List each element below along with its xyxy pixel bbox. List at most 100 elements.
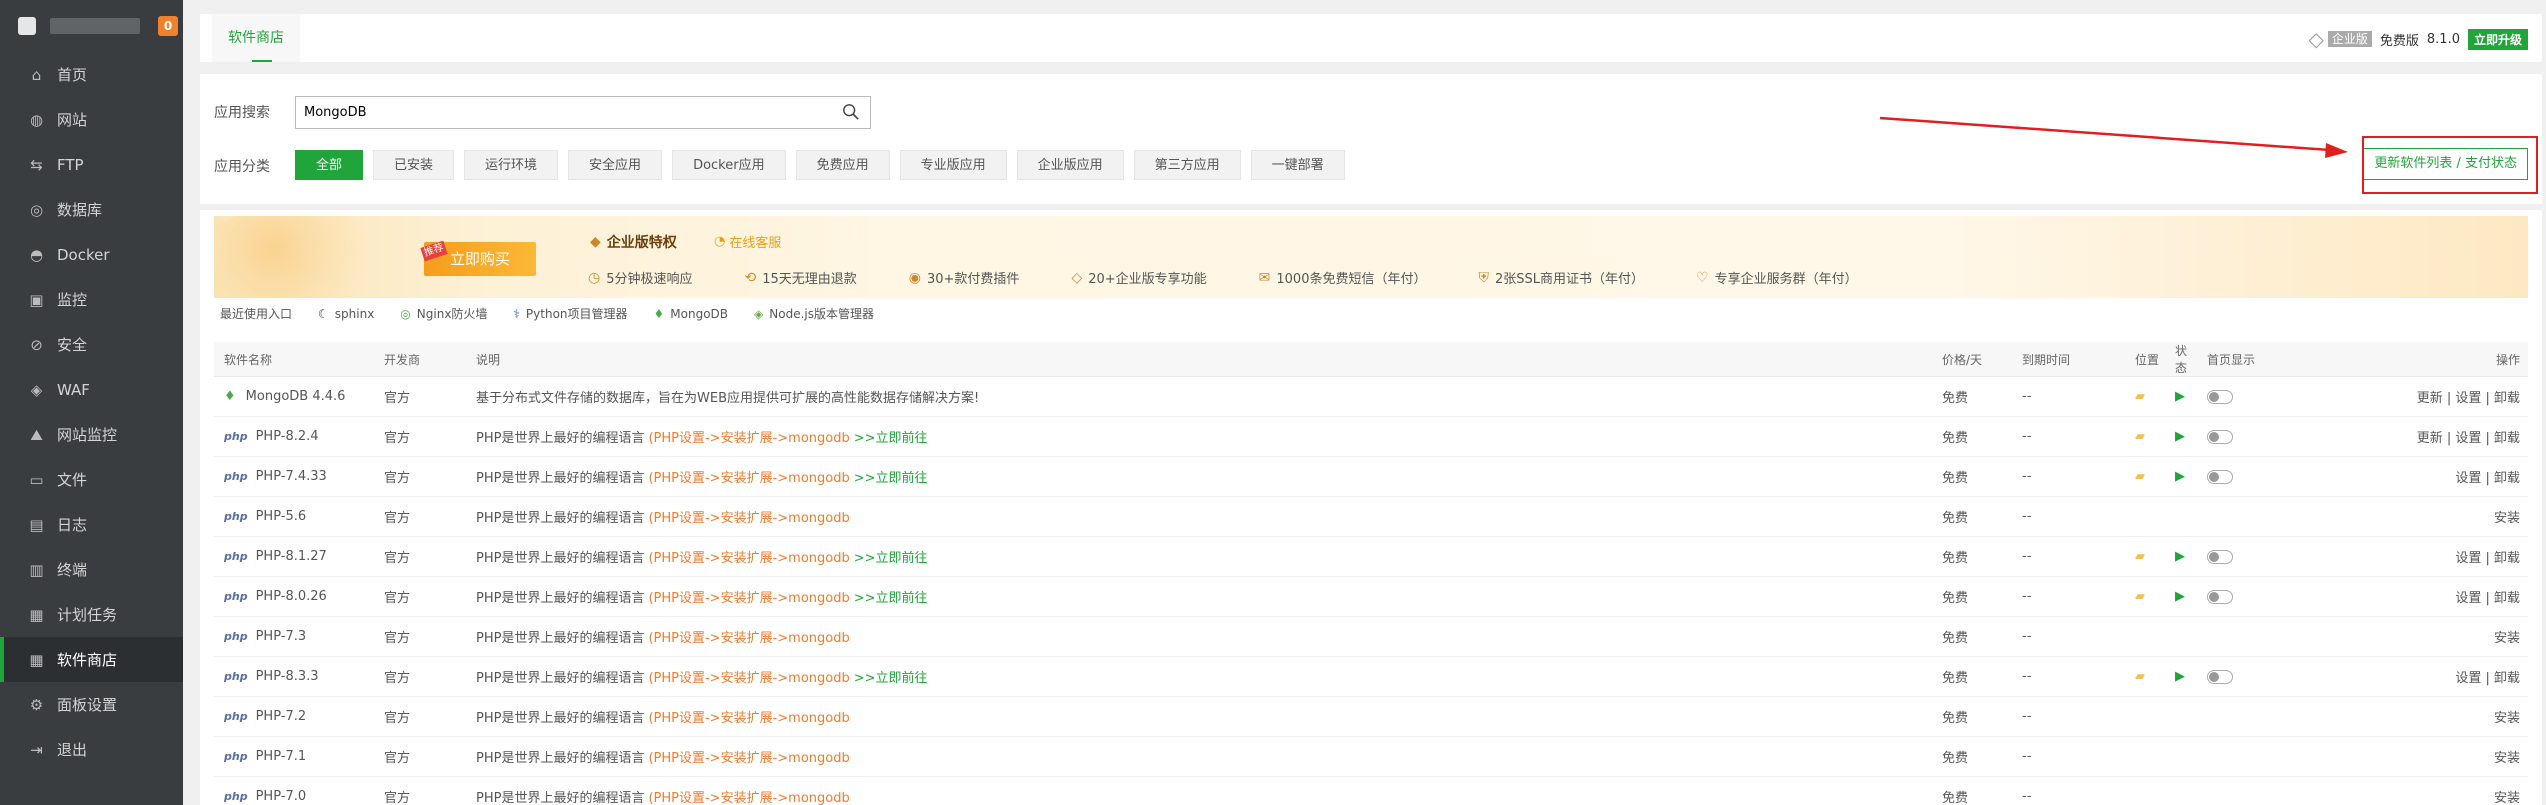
sidebar-item-home[interactable]: ⌂ 首页	[0, 52, 183, 97]
software-name: PHP-8.3.3	[255, 669, 319, 684]
go-now-link[interactable]: >>立即前往	[854, 591, 928, 606]
category-tab[interactable]: 专业版应用	[899, 150, 1007, 180]
category-tab[interactable]: Docker应用	[672, 150, 786, 180]
sidebar-item-database[interactable]: ◎ 数据库	[0, 187, 183, 232]
play-icon: ▶	[2175, 389, 2185, 404]
category-tab[interactable]: 一键部署	[1250, 150, 1345, 180]
folder-icon[interactable]: ▰	[2135, 549, 2145, 564]
homepage-toggle[interactable]	[2207, 669, 2233, 684]
monitor-icon: ▣	[29, 290, 44, 309]
table-row: php PHP-8.1.27 官方 PHP是世界上最好的编程语言 (PHP设置->安装扩…	[214, 536, 2528, 577]
operations-cell[interactable]: 安装	[2285, 496, 2528, 537]
category-tab[interactable]: 安全应用	[568, 150, 663, 180]
go-now-link[interactable]: >>立即前往	[854, 551, 928, 566]
operations-cell[interactable]: 安装	[2285, 776, 2528, 805]
sidebar-item-label: 计划任务	[57, 606, 118, 624]
homepage-display-cell	[2197, 696, 2285, 737]
software-name-cell: php PHP-8.3.3	[214, 656, 374, 697]
developer-cell: 官方	[374, 696, 466, 737]
category-tab[interactable]: 企业版应用	[1016, 150, 1124, 180]
search-input[interactable]	[296, 97, 826, 128]
homepage-display-cell	[2197, 656, 2285, 697]
sidebar-item-shield[interactable]: ⊘ 安全	[0, 322, 183, 367]
buy-now-button[interactable]: 推荐 立即购买	[420, 240, 536, 276]
recent-entry[interactable]: ◈ Node.js版本管理器	[754, 305, 874, 322]
online-service-link[interactable]: ◔ 在线客服	[714, 232, 781, 251]
update-software-list-button[interactable]: 更新软件列表 / 支付状态	[2363, 148, 2528, 180]
operations-cell[interactable]: 更新 | 设置 | 卸载	[2285, 376, 2528, 417]
software-name: PHP-8.1.27	[255, 549, 327, 564]
sidebar-item-monitor[interactable]: ▣ 监控	[0, 277, 183, 322]
sidebar-item-folder[interactable]: ▭ 文件	[0, 457, 183, 502]
recommend-tag: 推荐	[420, 240, 448, 262]
price-cell: 免费	[1932, 776, 2012, 805]
sidebar-item-docker[interactable]: ◓ Docker	[0, 232, 183, 277]
sidebar-item-chart[interactable]: ⛰ 网站监控	[0, 412, 183, 457]
go-now-link[interactable]: >>立即前往	[854, 471, 928, 486]
software-name-cell: php PHP-5.6	[214, 496, 374, 537]
description-text: PHP是世界上最好的编程语言	[476, 431, 645, 446]
folder-icon[interactable]: ▰	[2135, 469, 2145, 484]
recent-entry[interactable]: ⚕ Python项目管理器	[513, 305, 627, 322]
description-text: PHP是世界上最好的编程语言	[476, 631, 645, 646]
position-cell	[2125, 776, 2165, 805]
sidebar-item-task[interactable]: ▦ 计划任务	[0, 592, 183, 637]
folder-icon[interactable]: ▰	[2135, 669, 2145, 684]
folder-icon[interactable]: ▰	[2135, 429, 2145, 444]
sidebar-item-ftp[interactable]: ⇆ FTP	[0, 142, 183, 187]
description-text: PHP是世界上最好的编程语言	[476, 671, 645, 686]
table-row: php PHP-7.2 官方 PHP是世界上最好的编程语言 (PHP设置->安装扩展->…	[214, 696, 2528, 737]
php-icon: php	[224, 710, 248, 723]
category-tab[interactable]: 全部	[295, 150, 364, 180]
sidebar-item-label: 面板设置	[57, 696, 118, 714]
php-icon: php	[224, 630, 248, 643]
homepage-toggle[interactable]	[2207, 549, 2233, 564]
upgrade-button[interactable]: 立即升级	[2467, 28, 2528, 50]
category-tab[interactable]: 运行环境	[464, 150, 559, 180]
folder-icon[interactable]: ▰	[2135, 389, 2145, 404]
apps-icon: ▦	[29, 650, 44, 669]
homepage-toggle[interactable]	[2207, 429, 2233, 444]
operations-cell[interactable]: 设置 | 卸载	[2285, 456, 2528, 497]
main-content: 推荐 立即购买 ◆ 企业版特权 ◔ 在线客服 ◷ 5分钟极速响应 ⟲ 15天无理由退款…	[200, 210, 2542, 805]
go-now-link[interactable]: >>立即前往	[854, 671, 928, 686]
category-tab[interactable]: 已安装	[373, 150, 455, 180]
go-now-link[interactable]: >>立即前往	[854, 431, 928, 446]
price-cell: 免费	[1932, 416, 2012, 457]
folder-icon[interactable]: ▰	[2135, 589, 2145, 604]
homepage-toggle[interactable]	[2207, 589, 2233, 604]
recent-entry[interactable]: ♦ MongoDB	[654, 307, 729, 321]
operations-cell[interactable]: 安装	[2285, 736, 2528, 777]
sidebar-item-settings[interactable]: ⚙ 面板设置	[0, 682, 183, 727]
expire-cell: --	[2012, 776, 2125, 805]
operations-cell[interactable]: 设置 | 卸载	[2285, 576, 2528, 617]
column-header: 开发商	[374, 342, 466, 377]
sidebar-item-waf[interactable]: ◈ WAF	[0, 367, 183, 412]
category-tab[interactable]: 第三方应用	[1133, 150, 1241, 180]
sidebar-item-terminal[interactable]: ▥ 终端	[0, 547, 183, 592]
play-icon: ▶	[2175, 429, 2185, 444]
operations-cell[interactable]: 更新 | 设置 | 卸载	[2285, 416, 2528, 457]
search-icon[interactable]	[842, 103, 860, 121]
operations-cell[interactable]: 安装	[2285, 696, 2528, 737]
recent-entry[interactable]: ◎ Nginx防火墙	[400, 305, 487, 322]
sidebar-item-globe[interactable]: ◍ 网站	[0, 97, 183, 142]
notification-badge[interactable]: 0	[158, 16, 178, 36]
software-name: PHP-7.1	[255, 749, 307, 764]
tab-software-store[interactable]: 软件商店	[212, 14, 300, 62]
recent-entry[interactable]: ☾ sphinx	[318, 307, 374, 321]
sidebar-item-apps[interactable]: ▦ 软件商店	[0, 637, 183, 682]
extension-hint: (PHP设置->安装扩展->mongodb	[648, 711, 850, 726]
homepage-toggle[interactable]	[2207, 469, 2233, 484]
operations-cell[interactable]: 设置 | 卸载	[2285, 656, 2528, 697]
category-tab[interactable]: 免费应用	[795, 150, 890, 180]
enterprise-tag[interactable]: ◇ 企业版	[2308, 27, 2372, 51]
price-cell: 免费	[1932, 696, 2012, 737]
operations-cell[interactable]: 设置 | 卸载	[2285, 536, 2528, 577]
homepage-toggle[interactable]	[2207, 389, 2233, 404]
software-name-cell: php PHP-7.4.33	[214, 456, 374, 497]
operations-cell[interactable]: 安装	[2285, 616, 2528, 657]
play-icon: ▶	[2175, 549, 2185, 564]
sidebar-item-log[interactable]: ▤ 日志	[0, 502, 183, 547]
sidebar-item-logout[interactable]: ⇥ 退出	[0, 727, 183, 772]
